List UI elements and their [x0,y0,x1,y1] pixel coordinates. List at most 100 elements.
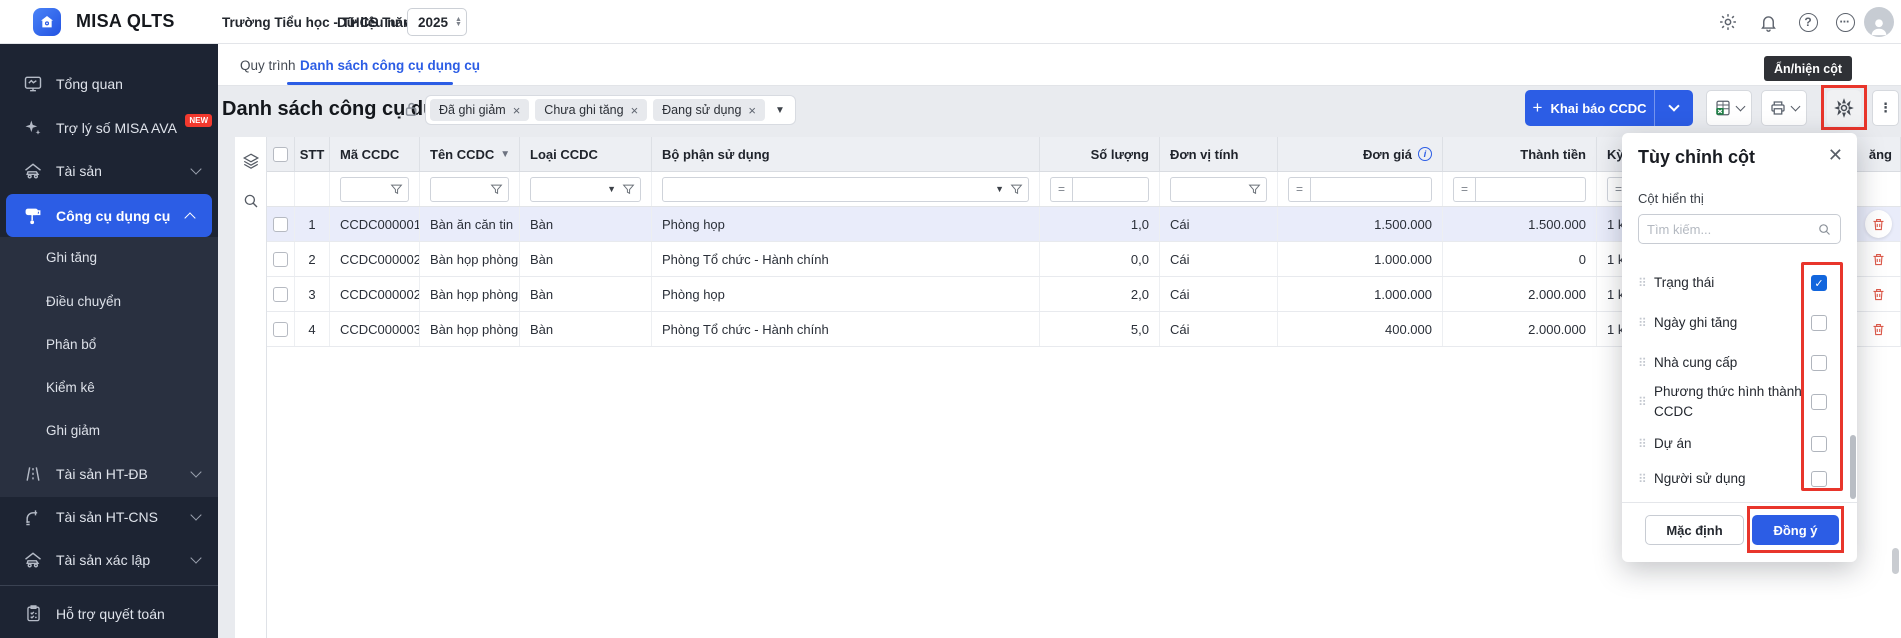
funnel-icon[interactable] [622,183,635,196]
unlock-icon[interactable] [403,101,420,121]
print-button[interactable] [1761,90,1807,126]
funnel-icon[interactable] [390,183,403,196]
row-checkbox[interactable] [273,252,288,267]
export-excel-button[interactable] [1706,90,1752,126]
filter-input[interactable] [1310,177,1432,202]
layers-icon[interactable] [242,152,260,173]
filter-input[interactable] [1072,177,1149,202]
panel-search-box[interactable] [1638,214,1841,244]
submenu-item-ghi-giam[interactable]: Ghi giảm [46,409,100,452]
drag-handle-icon[interactable]: ⠿ [1638,472,1654,486]
filter-select[interactable]: ▼ [662,177,1029,202]
funnel-icon[interactable] [1248,183,1261,196]
col-header-loai-ccdc[interactable]: Loại CCDC [520,137,652,171]
col-header-bo-phan[interactable]: Bộ phận sử dụng [652,137,1040,171]
sidebar-item-label: Tài sản xác lập [56,552,150,568]
drag-handle-icon[interactable]: ⠿ [1638,276,1654,290]
filter-input[interactable] [1170,177,1267,202]
remove-chip-icon[interactable]: × [748,103,756,118]
road-icon [22,464,44,484]
delete-row-button[interactable] [1865,245,1892,273]
funnel-icon[interactable] [1010,183,1023,196]
col-header-ten-ccdc[interactable]: Tên CCDC▼ [420,137,520,171]
select-all-checkbox[interactable] [273,147,288,162]
filter-chip[interactable]: Đã ghi giảm× [430,99,529,121]
delete-row-button[interactable] [1865,210,1892,238]
year-selector[interactable]: 2025 ▲▼ [407,8,467,36]
equals-operator[interactable]: = [1050,177,1072,202]
row-checkbox[interactable] [273,287,288,302]
filter-select[interactable]: ▼ [530,177,641,202]
submenu-item-dieu-chuyen[interactable]: Điều chuyển [46,280,121,323]
more-options-icon[interactable]: ⋯ [1833,10,1857,34]
col-header-don-vi-tinh[interactable]: Đơn vị tính [1160,137,1278,171]
notifications-bell-icon[interactable] [1756,10,1780,34]
app-logo[interactable] [33,8,61,36]
submenu-label: Phân bổ [46,337,96,352]
submenu-item-kiem-ke[interactable]: Kiểm kê [46,366,95,409]
col-header-thanh-tien[interactable]: Thành tiền [1443,137,1597,171]
equals-operator[interactable]: = [1288,177,1310,202]
filter-input[interactable] [1475,177,1586,202]
submenu-item-ghi-tang[interactable]: Ghi tăng [46,236,97,279]
sidebar-item-tai-san-xac-lap[interactable]: Tài sản xác lập [0,538,218,581]
sidebar-item-tai-san-ht-db[interactable]: Tài sản HT-ĐB [0,452,218,495]
panel-scrollbar-thumb[interactable] [1850,435,1856,499]
tab-quy-trinh[interactable]: Quy trình [240,44,296,86]
row-checkbox[interactable] [273,322,288,337]
equals-operator[interactable]: = [1453,177,1475,202]
filter-chip[interactable]: Đang sử dụng× [653,99,765,121]
drag-handle-icon[interactable]: ⠿ [1638,316,1654,330]
delete-row-button[interactable] [1865,280,1892,308]
submenu-item-phan-bo[interactable]: Phân bổ [46,323,96,366]
info-icon[interactable]: i [1418,147,1432,161]
col-header-so-luong[interactable]: Số lượng [1040,137,1160,171]
funnel-icon[interactable] [490,183,503,196]
cell-thanh-tien: 2.000.000 [1443,277,1597,311]
settings-icon[interactable] [1716,10,1740,34]
col-header-ma-ccdc[interactable]: Mã CCDC [330,137,420,171]
sidebar-item-ho-tro-quyet-toan[interactable]: Hỗ trợ quyết toán [0,592,218,635]
sort-icon[interactable]: ▼ [500,149,510,160]
year-value: 2025 [418,15,448,30]
delete-row-button[interactable] [1865,315,1892,343]
sidebar-item-tong-quan[interactable]: Tổng quan [0,62,218,105]
page-scrollbar-thumb[interactable] [1892,548,1899,574]
chips-dropdown-icon[interactable]: ▼ [775,105,785,116]
col-header-don-gia[interactable]: Đơn giái [1278,137,1443,171]
search-icon[interactable] [242,192,260,213]
khai-bao-ccdc-button[interactable]: +Khai báo CCDC [1525,90,1693,126]
panel-search-input[interactable] [1647,222,1817,237]
help-icon[interactable]: ? [1796,10,1820,34]
default-button[interactable]: Mặc định [1645,515,1744,545]
tooltip: Ẩn/hiện cột [1764,56,1852,81]
filter-cell-ma [330,172,420,206]
cell-thanh-tien: 2.000.000 [1443,312,1597,346]
filter-chip[interactable]: Chưa ghi tăng× [535,99,647,121]
pipe-icon [22,507,44,527]
year-spinner-icon[interactable]: ▲▼ [455,17,462,27]
cell-bo-phan: Phòng họp [652,277,1040,311]
remove-chip-icon[interactable]: × [631,103,639,118]
sidebar-item-tai-san[interactable]: Tài sản [0,149,218,192]
filter-input[interactable] [340,177,409,202]
filter-cell-loai: ▼ [520,172,652,206]
sidebar-item-tai-san-ht-cns[interactable]: Tài sản HT-CNS [0,495,218,538]
drag-handle-icon[interactable]: ⠿ [1638,437,1654,451]
remove-chip-icon[interactable]: × [513,103,521,118]
sidebar-item-label: Tổng quan [56,76,123,92]
more-actions-button[interactable]: ⋮ [1872,90,1899,126]
submenu-label: Ghi tăng [46,250,97,265]
primary-button-dropdown[interactable] [1655,90,1693,126]
tab-danh-sach-ccdc[interactable]: Danh sách công cụ dụng cụ [300,44,480,86]
user-avatar[interactable] [1864,7,1894,37]
sidebar-item-misa-ava[interactable]: Trợ lý số MISA AVA NEW [0,106,218,149]
row-checkbox[interactable] [273,217,288,232]
col-header-stt[interactable]: STT [295,137,330,171]
close-icon[interactable]: ✕ [1828,145,1843,166]
cell-bo-phan: Phòng Tổ chức - Hành chính [652,242,1040,276]
drag-handle-icon[interactable]: ⠿ [1638,356,1654,370]
filter-input[interactable] [430,177,509,202]
drag-handle-icon[interactable]: ⠿ [1638,395,1654,409]
sidebar-item-cong-cu-dung-cu[interactable]: Công cụ dụng cụ [6,194,212,237]
